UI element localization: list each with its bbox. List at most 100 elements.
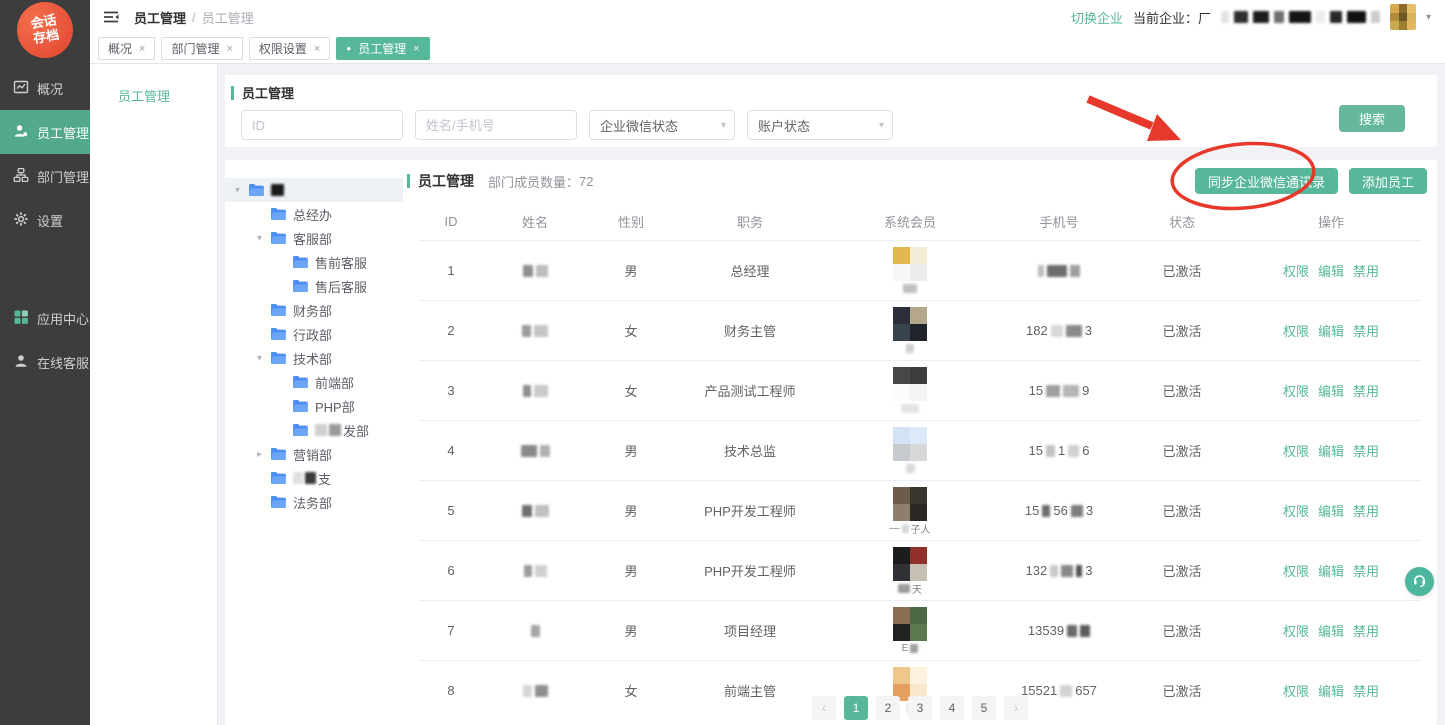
disable-link[interactable]: 禁用 [1353,621,1379,640]
tree-caret-icon[interactable]: ▾ [235,185,248,196]
close-icon[interactable]: × [413,43,419,55]
edit-link[interactable]: 编辑 [1318,261,1344,280]
table-body: 1 男 总经理 已激活 权限 编辑 [419,240,1421,720]
tab-employees[interactable]: ● 员工管理 × [336,37,429,60]
disable-link[interactable]: 禁用 [1353,261,1379,280]
sidebar-item-overview[interactable]: 概况 [0,66,90,110]
close-icon[interactable]: × [314,43,320,55]
edit-link[interactable]: 编辑 [1318,321,1344,340]
sidebar-item-online-service[interactable]: 在线客服 [0,340,90,384]
cell-phone: 15563 [995,503,1123,518]
tree-node[interactable]: ▾ [225,178,403,202]
page-button[interactable]: 3 [908,696,932,720]
tree-node[interactable]: ▾ 客服部 [225,226,403,250]
collapse-menu-icon[interactable] [102,9,120,25]
folder-icon [270,327,287,341]
page-button[interactable]: 5 [972,696,996,720]
table-row[interactable]: 4 男 技术总监 1516 已激活 权限 [419,420,1421,480]
disable-link[interactable]: 禁用 [1353,501,1379,520]
tree-node[interactable]: 法务部 [225,490,403,514]
tree-node[interactable]: 支 [225,466,403,490]
sidebar-item-settings[interactable]: 设置 [0,198,90,242]
sidebar-item-departments[interactable]: 部门管理 [0,154,90,198]
switch-company-link[interactable]: 切换企业 [1071,8,1123,27]
page-button[interactable]: 4 [940,696,964,720]
page-button[interactable]: 2 [876,696,900,720]
select-value: 账户状态 [758,116,810,135]
sync-wechat-contacts-button[interactable]: 同步企业微信通讯录 [1195,168,1338,194]
user-avatar[interactable] [1390,4,1416,30]
table-row[interactable]: 7 男 项目经理 E 13539 已激活 权限 [419,600,1421,660]
customer-service-button[interactable] [1405,567,1434,596]
permission-link[interactable]: 权限 [1283,441,1309,460]
table-row[interactable]: 3 女 产品测试工程师 159 已激活 权限 [419,360,1421,420]
permission-link[interactable]: 权限 [1283,261,1309,280]
id-input[interactable] [241,110,403,140]
tab-permissions[interactable]: 权限设置 × [249,37,330,60]
wechat-status-select[interactable]: 企业微信状态 ▾ [589,110,735,140]
tree-node[interactable]: 售后客服 [225,274,403,298]
tree-caret-icon[interactable]: ▾ [257,353,270,364]
edit-link[interactable]: 编辑 [1318,381,1344,400]
edit-link[interactable]: 编辑 [1318,441,1344,460]
tree-node[interactable]: 行政部 [225,322,403,346]
tree-node[interactable]: 前端部 [225,370,403,394]
edit-link[interactable]: 编辑 [1318,501,1344,520]
sidebar-item-app-center[interactable]: 应用中心 [0,296,90,340]
tree-node[interactable]: 总经办 [225,202,403,226]
tree-node[interactable]: PHP部 [225,394,403,418]
cell-id: 1 [419,263,483,278]
cell-phone: 1823 [995,323,1123,338]
permission-link[interactable]: 权限 [1283,621,1309,640]
permission-link[interactable]: 权限 [1283,501,1309,520]
table-row[interactable]: 6 男 PHP开发工程师 天 1323 已激活 权限 [419,540,1421,600]
permission-link[interactable]: 权限 [1283,561,1309,580]
cell-name-redacted [483,505,587,517]
column-header: 系统会员 [825,212,995,231]
tab-overview[interactable]: 概况 × [98,37,155,60]
close-icon[interactable]: × [139,43,145,55]
sidebar-item-employees[interactable]: 员工管理 [0,110,90,154]
add-employee-button[interactable]: 添加员工 [1349,168,1427,194]
tree-node[interactable]: 售前客服 [225,250,403,274]
tree-node-label: 法务部 [293,493,332,512]
prev-page-button[interactable]: ‹ [812,696,836,720]
page-button[interactable]: 1 [844,696,868,720]
cell-job-title: PHP开发工程师 [675,561,825,580]
tree-node[interactable]: ▸ 营销部 [225,442,403,466]
table-row[interactable]: 2 女 财务主管 1823 已激活 权限 [419,300,1421,360]
close-icon[interactable]: × [226,43,232,55]
edit-link[interactable]: 编辑 [1318,561,1344,580]
folder-icon [270,303,287,317]
title-accent-bar [407,174,410,188]
tree-node[interactable]: ▾ 技术部 [225,346,403,370]
search-button[interactable]: 搜索 [1339,105,1405,132]
cell-id: 5 [419,503,483,518]
cell-gender: 男 [587,261,675,280]
table-row[interactable]: 5 男 PHP开发工程师 —子人 15563 已激活 权限 [419,480,1421,540]
tree-node-label [271,184,284,196]
disable-link[interactable]: 禁用 [1353,561,1379,580]
tree-caret-icon[interactable]: ▸ [257,449,270,460]
sidebar-item-label: 在线客服 [37,353,89,372]
column-header: 手机号 [995,212,1123,231]
tree-node[interactable]: 财务部 [225,298,403,322]
table-row[interactable]: 1 男 总经理 已激活 权限 编辑 [419,240,1421,300]
next-page-button[interactable]: › [1004,696,1028,720]
permission-link[interactable]: 权限 [1283,321,1309,340]
name-phone-input[interactable] [415,110,577,140]
disable-link[interactable]: 禁用 [1353,321,1379,340]
folder-icon [270,207,287,221]
tree-node[interactable]: 发部 [225,418,403,442]
cell-status: 已激活 [1123,381,1241,400]
edit-link[interactable]: 编辑 [1318,621,1344,640]
account-status-select[interactable]: 账户状态 ▾ [747,110,893,140]
disable-link[interactable]: 禁用 [1353,441,1379,460]
user-menu-caret-icon[interactable]: ▾ [1426,12,1431,23]
permission-link[interactable]: 权限 [1283,381,1309,400]
subsidebar-item-employees[interactable]: 员工管理 [90,86,217,105]
tree-node-label: 前端部 [315,373,354,392]
disable-link[interactable]: 禁用 [1353,381,1379,400]
tab-departments[interactable]: 部门管理 × [161,37,242,60]
tree-caret-icon[interactable]: ▾ [257,233,270,244]
